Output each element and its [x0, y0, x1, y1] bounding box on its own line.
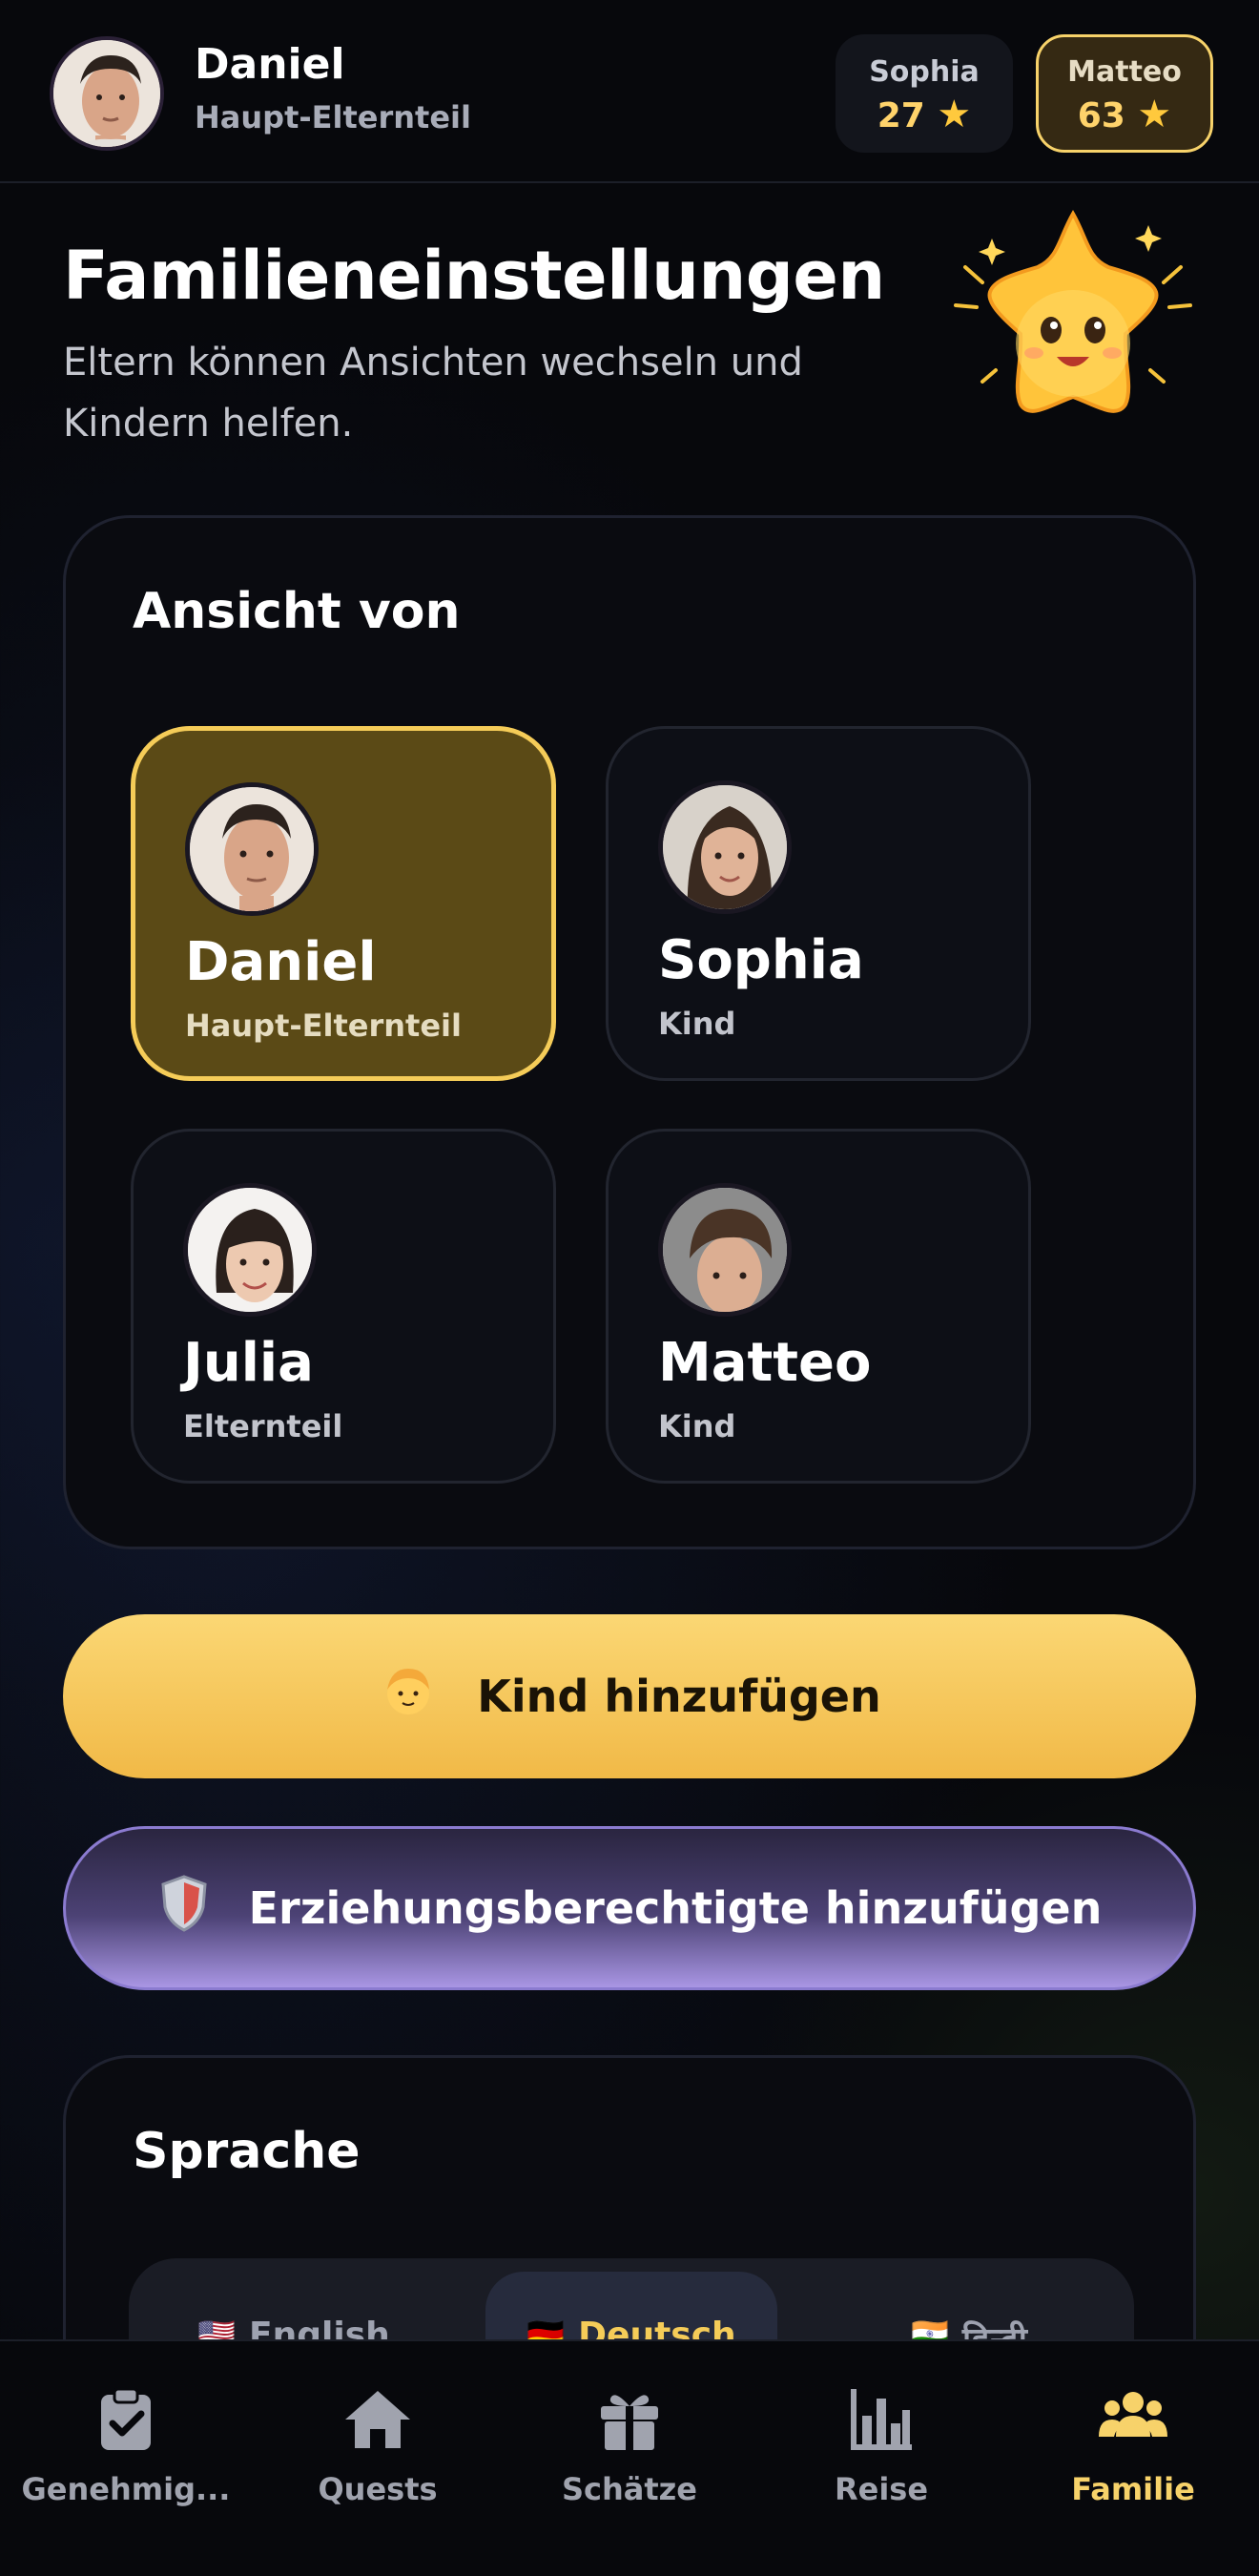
- member-role: Kind: [658, 1408, 736, 1444]
- bottom-nav: Genehmig... Quests Schätze Reise Familie: [0, 2339, 1259, 2576]
- nav-label: Schätze: [561, 2471, 697, 2507]
- home-icon: [345, 2391, 410, 2448]
- view-as-title: Ansicht von: [133, 583, 461, 640]
- bar-chart-icon: [851, 2389, 912, 2450]
- member-role: Haupt-Elternteil: [185, 1008, 462, 1044]
- add-guardian-label: Erziehungsberechtigte hinzufügen: [248, 1882, 1103, 1934]
- member-name: Sophia: [658, 929, 864, 991]
- language-title: Sprache: [133, 2123, 361, 2180]
- member-tile-matteo[interactable]: Matteo Kind: [606, 1129, 1031, 1484]
- header-user-name: Daniel: [195, 40, 345, 89]
- star-icon: ★: [937, 93, 972, 136]
- nav-approvals[interactable]: Genehmig...: [0, 2385, 252, 2528]
- add-child-label: Kind hinzufügen: [477, 1671, 881, 1722]
- member-name: Julia: [183, 1332, 314, 1394]
- member-name: Daniel: [185, 931, 377, 993]
- member-tile-daniel[interactable]: Daniel Haupt-Elternteil: [131, 726, 556, 1081]
- add-child-button[interactable]: Kind hinzufügen: [63, 1614, 1196, 1778]
- app-header: Daniel Haupt-Elternteil Sophia 27 ★ Matt…: [0, 0, 1259, 183]
- child-star-chip-matteo[interactable]: Matteo 63 ★: [1036, 34, 1213, 153]
- member-role: Kind: [658, 1006, 736, 1042]
- page-title: Familieneinstellungen: [63, 237, 885, 315]
- child-icon: [378, 1661, 439, 1733]
- add-guardian-button[interactable]: Erziehungsberechtigte hinzufügen: [63, 1826, 1196, 1990]
- member-tile-sophia[interactable]: Sophia Kind: [606, 726, 1031, 1081]
- nav-label: Genehmig...: [21, 2471, 231, 2507]
- member-avatar: [183, 1183, 317, 1317]
- nav-label: Reise: [834, 2471, 929, 2507]
- member-role: Elternteil: [183, 1408, 343, 1444]
- star-icon: ★: [1137, 93, 1172, 136]
- nav-label: Quests: [318, 2471, 438, 2507]
- nav-family[interactable]: Familie: [1007, 2385, 1259, 2528]
- nav-quests[interactable]: Quests: [252, 2385, 504, 2528]
- clipboard-check-icon: [101, 2387, 151, 2450]
- chip-star-count: 63 ★: [1077, 93, 1172, 136]
- chip-child-name: Matteo: [1067, 55, 1182, 89]
- chip-star-count: 27 ★: [877, 93, 972, 136]
- member-avatar: [658, 780, 792, 914]
- member-tile-julia[interactable]: Julia Elternteil: [131, 1129, 556, 1484]
- chip-child-name: Sophia: [869, 55, 980, 89]
- page-subtitle: Eltern können Ansichten wechseln und Kin…: [63, 341, 803, 446]
- nav-journey[interactable]: Reise: [755, 2385, 1007, 2528]
- user-avatar[interactable]: [50, 36, 164, 151]
- family-icon: [1099, 2392, 1167, 2437]
- gift-icon: [601, 2395, 658, 2450]
- shield-icon: [157, 1873, 211, 1944]
- member-avatar: [185, 782, 319, 916]
- member-name: Matteo: [658, 1332, 872, 1394]
- star-mascot-icon: [944, 200, 1202, 448]
- nav-label: Familie: [1071, 2471, 1195, 2507]
- child-star-chip-sophia[interactable]: Sophia 27 ★: [836, 34, 1013, 153]
- view-as-card: Ansicht von Daniel Haupt-Elternteil Soph…: [63, 515, 1196, 1549]
- header-user-role: Haupt-Elternteil: [195, 99, 471, 135]
- member-avatar: [658, 1183, 792, 1317]
- nav-treasures[interactable]: Schätze: [504, 2385, 755, 2528]
